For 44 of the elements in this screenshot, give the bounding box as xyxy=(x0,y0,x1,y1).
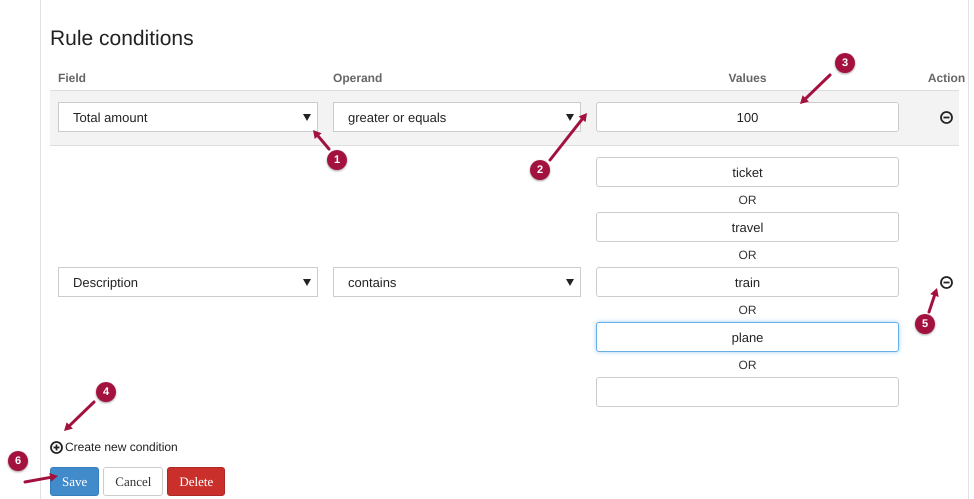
annotation-badge: 3 xyxy=(835,53,855,73)
section-title: Rule conditions xyxy=(50,26,195,52)
caret-icon xyxy=(303,278,311,286)
column-header: Field xyxy=(58,71,88,85)
caret-icon xyxy=(303,113,311,121)
or-label: OR xyxy=(738,248,756,262)
value-input[interactable]: train xyxy=(596,267,899,297)
annotation-arrow xyxy=(64,400,96,431)
field-select[interactable]: Description xyxy=(58,267,318,297)
remove-condition-button[interactable] xyxy=(940,110,953,124)
minus-circle-icon xyxy=(940,276,953,288)
or-label: OR xyxy=(738,302,756,316)
annotation-badge: 6 xyxy=(8,451,28,471)
plus-circle-icon[interactable] xyxy=(50,440,63,454)
operand-select[interactable]: contains xyxy=(333,267,581,297)
caret-icon xyxy=(566,278,574,286)
annotation-badge: 5 xyxy=(915,314,935,334)
remove-condition-button[interactable] xyxy=(940,276,953,288)
operand-select[interactable]: greater or equals xyxy=(333,102,581,132)
annotation-badge: 1 xyxy=(327,150,347,170)
caret-icon xyxy=(566,113,574,121)
annotation-arrow xyxy=(800,74,832,104)
annotation-badge: 2 xyxy=(530,160,550,180)
column-header: Action xyxy=(926,71,966,85)
value-input[interactable]: plane xyxy=(596,322,899,352)
delete-button[interactable]: Delete xyxy=(167,467,226,496)
field-select[interactable]: Total amount xyxy=(58,102,318,132)
column-header: Operand xyxy=(333,71,384,85)
save-button[interactable]: Save xyxy=(50,467,100,496)
value-input[interactable]: travel xyxy=(596,212,899,242)
or-label: OR xyxy=(738,192,756,206)
or-label: OR xyxy=(738,358,756,372)
annotation-badge: 4 xyxy=(96,382,116,402)
minus-circle-icon xyxy=(940,110,953,124)
cancel-button[interactable]: Cancel xyxy=(103,467,164,496)
value-input[interactable]: 100 xyxy=(596,102,899,132)
annotation-arrow xyxy=(313,130,330,150)
column-header: Values xyxy=(727,71,768,85)
create-condition-link[interactable]: Create new condition xyxy=(65,440,178,454)
value-input[interactable] xyxy=(596,377,899,407)
annotation-arrow xyxy=(548,113,587,162)
value-input[interactable]: ticket xyxy=(596,157,899,187)
annotation-arrow xyxy=(928,288,939,314)
annotation-arrow xyxy=(24,473,58,484)
